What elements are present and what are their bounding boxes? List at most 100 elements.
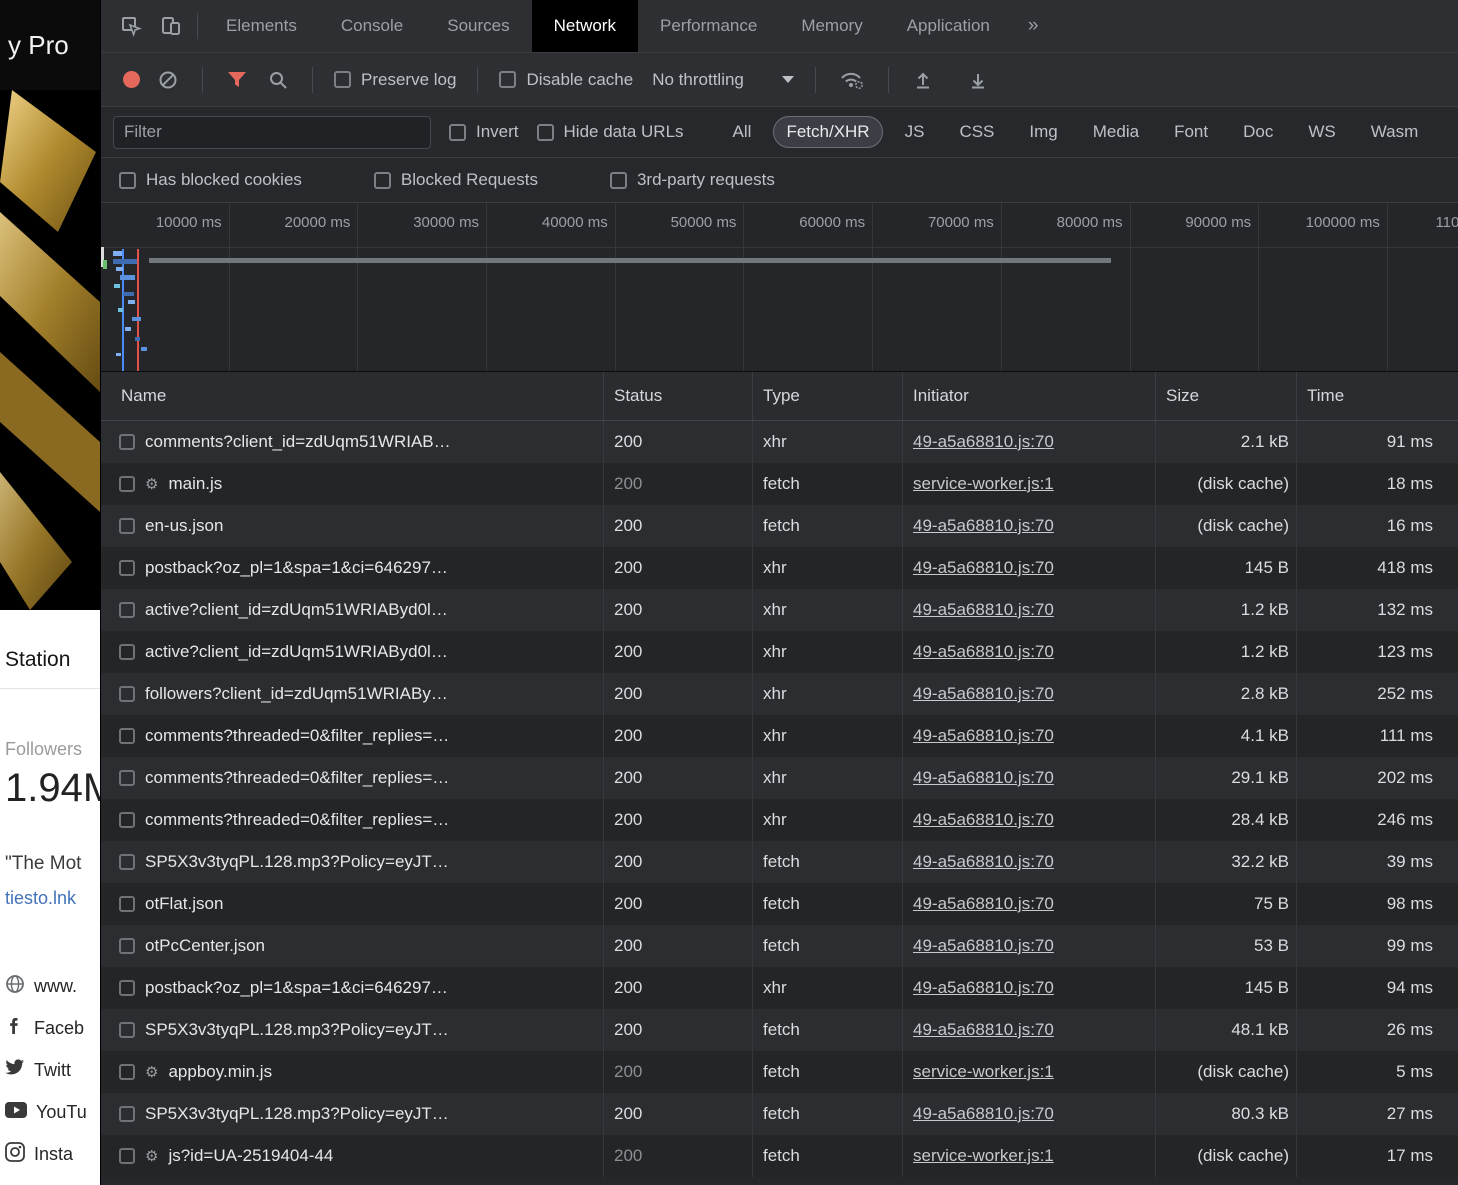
name-cell[interactable]: postback?oz_pl=1&spa=1&ci=646297… xyxy=(101,967,604,1009)
name-cell[interactable]: followers?client_id=zdUqm51WRIABy… xyxy=(101,673,604,715)
name-cell[interactable]: SP5X3v3tyqPL.128.mp3?Policy=eyJT… xyxy=(101,1093,604,1135)
option-checkbox[interactable]: Blocked Requests xyxy=(374,170,538,190)
name-cell[interactable]: appboy.min.js xyxy=(101,1051,604,1093)
header-size[interactable]: Size xyxy=(1156,372,1297,420)
initiator-link[interactable]: 49-a5a68810.js:70 xyxy=(913,852,1054,872)
row-checkbox[interactable] xyxy=(119,686,135,702)
table-row[interactable]: followers?client_id=zdUqm51WRIABy… 200 x… xyxy=(101,673,1458,715)
import-har-icon[interactable] xyxy=(910,70,936,90)
table-row[interactable]: comments?threaded=0&filter_replies=… 200… xyxy=(101,799,1458,841)
row-checkbox[interactable] xyxy=(119,560,135,576)
row-checkbox[interactable] xyxy=(119,476,135,492)
link-website[interactable]: www. xyxy=(5,975,100,997)
devtools-tab[interactable]: Console xyxy=(319,0,425,52)
filter-icon[interactable] xyxy=(224,71,250,89)
initiator-link[interactable]: 49-a5a68810.js:70 xyxy=(913,894,1054,914)
header-status[interactable]: Status xyxy=(604,372,753,420)
name-cell[interactable]: SP5X3v3tyqPL.128.mp3?Policy=eyJT… xyxy=(101,1009,604,1051)
row-checkbox[interactable] xyxy=(119,602,135,618)
devtools-tab[interactable]: Elements xyxy=(204,0,319,52)
link-instagram[interactable]: Insta xyxy=(5,1143,100,1165)
name-cell[interactable]: en-us.json xyxy=(101,505,604,547)
name-cell[interactable]: js?id=UA-2519404-44 xyxy=(101,1135,604,1177)
row-checkbox[interactable] xyxy=(119,434,135,450)
table-row[interactable]: SP5X3v3tyqPL.128.mp3?Policy=eyJT… 200 fe… xyxy=(101,1009,1458,1051)
name-cell[interactable]: SP5X3v3tyqPL.128.mp3?Policy=eyJT… xyxy=(101,841,604,883)
disable-cache-checkbox[interactable]: Disable cache xyxy=(499,70,633,90)
name-cell[interactable]: active?client_id=zdUqm51WRIAByd0l… xyxy=(101,631,604,673)
row-checkbox[interactable] xyxy=(119,1148,135,1164)
network-conditions-icon[interactable] xyxy=(837,69,867,90)
option-checkbox[interactable]: Has blocked cookies xyxy=(119,170,302,190)
type-filter-pill[interactable]: All xyxy=(720,116,765,148)
preserve-log-checkbox[interactable]: Preserve log xyxy=(334,70,456,90)
initiator-link[interactable]: 49-a5a68810.js:70 xyxy=(913,1020,1054,1040)
devtools-tab[interactable]: Memory xyxy=(779,0,884,52)
option-checkbox[interactable]: 3rd-party requests xyxy=(610,170,775,190)
row-checkbox[interactable] xyxy=(119,854,135,870)
station-tab[interactable]: Station xyxy=(5,648,100,672)
type-filter-pill[interactable]: CSS xyxy=(946,116,1007,148)
table-row[interactable]: active?client_id=zdUqm51WRIAByd0l… 200 x… xyxy=(101,589,1458,631)
row-checkbox[interactable] xyxy=(119,812,135,828)
header-time[interactable]: Time xyxy=(1297,372,1458,420)
devtools-tab[interactable]: Application xyxy=(885,0,1012,52)
name-cell[interactable]: comments?threaded=0&filter_replies=… xyxy=(101,757,604,799)
type-filter-pill[interactable]: Fetch/XHR xyxy=(773,116,882,148)
initiator-link[interactable]: service-worker.js:1 xyxy=(913,1062,1054,1082)
name-cell[interactable]: otPcCenter.json xyxy=(101,925,604,967)
link-facebook[interactable]: Faceb xyxy=(5,1017,100,1039)
network-overview[interactable]: 10000 ms20000 ms30000 ms40000 ms50000 ms… xyxy=(101,203,1458,372)
name-cell[interactable]: comments?client_id=zdUqm51WRIAB… xyxy=(101,421,604,463)
table-row[interactable]: en-us.json 200 fetch 49-a5a68810.js:70 (… xyxy=(101,505,1458,547)
table-row[interactable]: js?id=UA-2519404-44 200 fetch service-wo… xyxy=(101,1135,1458,1177)
row-checkbox[interactable] xyxy=(119,518,135,534)
header-name[interactable]: Name xyxy=(101,372,604,420)
link-youtube[interactable]: YouTu xyxy=(5,1101,100,1123)
initiator-link[interactable]: 49-a5a68810.js:70 xyxy=(913,558,1054,578)
devtools-tab[interactable]: Sources xyxy=(425,0,531,52)
promo-link[interactable]: tiesto.lnk xyxy=(5,888,100,909)
table-row[interactable]: SP5X3v3tyqPL.128.mp3?Policy=eyJT… 200 fe… xyxy=(101,1093,1458,1135)
table-row[interactable]: comments?threaded=0&filter_replies=… 200… xyxy=(101,715,1458,757)
type-filter-pill[interactable]: WS xyxy=(1295,116,1348,148)
initiator-link[interactable]: 49-a5a68810.js:70 xyxy=(913,810,1054,830)
row-checkbox[interactable] xyxy=(119,1064,135,1080)
table-row[interactable]: SP5X3v3tyqPL.128.mp3?Policy=eyJT… 200 fe… xyxy=(101,841,1458,883)
throttling-dropdown[interactable]: No throttling xyxy=(652,70,794,90)
initiator-link[interactable]: 49-a5a68810.js:70 xyxy=(913,936,1054,956)
filter-input[interactable] xyxy=(113,116,431,149)
row-checkbox[interactable] xyxy=(119,1106,135,1122)
search-icon[interactable] xyxy=(265,70,291,90)
header-type[interactable]: Type xyxy=(753,372,903,420)
name-cell[interactable]: comments?threaded=0&filter_replies=… xyxy=(101,715,604,757)
row-checkbox[interactable] xyxy=(119,938,135,954)
export-har-icon[interactable] xyxy=(965,70,991,90)
initiator-link[interactable]: service-worker.js:1 xyxy=(913,474,1054,494)
name-cell[interactable]: comments?threaded=0&filter_replies=… xyxy=(101,799,604,841)
initiator-link[interactable]: 49-a5a68810.js:70 xyxy=(913,978,1054,998)
device-toolbar-icon[interactable] xyxy=(151,0,191,52)
more-tabs-button[interactable]: » xyxy=(1012,0,1055,52)
table-row[interactable]: otPcCenter.json 200 fetch 49-a5a68810.js… xyxy=(101,925,1458,967)
devtools-tab[interactable]: Performance xyxy=(638,0,779,52)
initiator-link[interactable]: 49-a5a68810.js:70 xyxy=(913,642,1054,662)
hide-data-urls-checkbox[interactable]: Hide data URLs xyxy=(537,122,684,142)
devtools-tab[interactable]: Network xyxy=(532,0,638,52)
table-row[interactable]: comments?threaded=0&filter_replies=… 200… xyxy=(101,757,1458,799)
table-row[interactable]: appboy.min.js 200 fetch service-worker.j… xyxy=(101,1051,1458,1093)
type-filter-pill[interactable]: Doc xyxy=(1230,116,1286,148)
initiator-link[interactable]: 49-a5a68810.js:70 xyxy=(913,432,1054,452)
initiator-link[interactable]: 49-a5a68810.js:70 xyxy=(913,516,1054,536)
clear-icon[interactable] xyxy=(155,70,181,90)
header-initiator[interactable]: Initiator xyxy=(903,372,1156,420)
type-filter-pill[interactable]: Wasm xyxy=(1358,116,1432,148)
record-button[interactable] xyxy=(123,71,140,88)
initiator-link[interactable]: 49-a5a68810.js:70 xyxy=(913,768,1054,788)
inspect-icon[interactable] xyxy=(111,0,151,52)
initiator-link[interactable]: 49-a5a68810.js:70 xyxy=(913,600,1054,620)
initiator-link[interactable]: 49-a5a68810.js:70 xyxy=(913,1104,1054,1124)
table-row[interactable]: active?client_id=zdUqm51WRIAByd0l… 200 x… xyxy=(101,631,1458,673)
row-checkbox[interactable] xyxy=(119,1022,135,1038)
table-row[interactable]: postback?oz_pl=1&spa=1&ci=646297… 200 xh… xyxy=(101,967,1458,1009)
